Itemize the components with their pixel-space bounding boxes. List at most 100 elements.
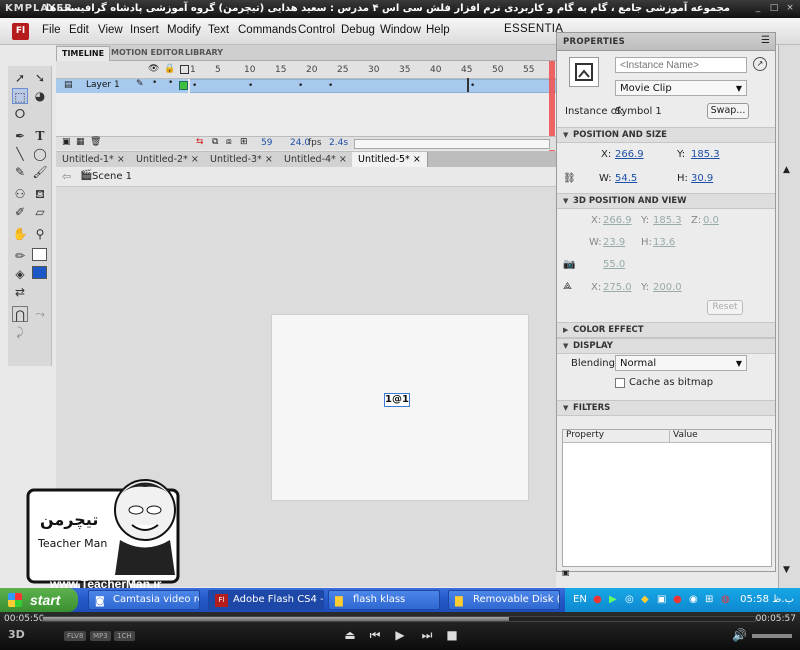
- symbol-instance[interactable]: 1@1: [384, 393, 410, 407]
- selection-tool-icon[interactable]: ➚: [12, 70, 28, 86]
- volume-icon[interactable]: 🔊: [732, 628, 747, 642]
- 3d-rotation-tool-icon[interactable]: ◕: [32, 88, 48, 104]
- instance-name-input[interactable]: [615, 57, 747, 73]
- play-icon[interactable]: ▶: [393, 628, 407, 642]
- smooth-icon[interactable]: ⤳: [32, 306, 48, 322]
- keyframe-marker[interactable]: •: [298, 81, 303, 91]
- tray-icon[interactable]: ●: [593, 594, 602, 605]
- doc-tab[interactable]: Untitled-4* ×: [278, 152, 354, 167]
- menu-control[interactable]: Control: [298, 24, 335, 36]
- pen-tool-icon[interactable]: ✒: [12, 128, 28, 144]
- tray-icon[interactable]: ▶: [609, 594, 617, 605]
- lasso-tool-icon[interactable]: ⵔ: [12, 106, 28, 122]
- tab-library[interactable]: LIBRARY: [180, 46, 228, 61]
- text-tool-icon[interactable]: T: [32, 128, 48, 144]
- fill-color-icon[interactable]: ◈: [12, 266, 28, 282]
- snap-to-objects-icon[interactable]: ⋂: [12, 306, 28, 322]
- hand-tool-icon[interactable]: ✋: [12, 226, 28, 242]
- language-indicator[interactable]: EN: [573, 594, 587, 605]
- symbol-type-select[interactable]: Movie Clip ▼: [615, 80, 747, 96]
- eject-icon[interactable]: ⏏: [343, 628, 357, 642]
- stroke-color-icon[interactable]: ✏: [12, 248, 28, 264]
- onion-skin-icon[interactable]: ⧉: [212, 137, 218, 147]
- menu-window[interactable]: Window: [380, 24, 421, 36]
- stroke-color-swatch[interactable]: [32, 248, 47, 261]
- vanish-x-value[interactable]: 275.0: [603, 282, 632, 293]
- menu-help[interactable]: Help: [426, 24, 450, 36]
- stop-icon[interactable]: ■: [445, 628, 459, 642]
- menu-file[interactable]: File: [42, 24, 61, 36]
- color-effect-section[interactable]: ▶ COLOR EFFECT: [557, 322, 775, 338]
- doc-tab[interactable]: Untitled-2* ×: [130, 152, 206, 167]
- maximize-icon[interactable]: □: [768, 3, 780, 14]
- tray-icon[interactable]: ●: [673, 594, 682, 605]
- 3d-z-value[interactable]: 0.0: [703, 215, 719, 226]
- filters-section[interactable]: ▼ FILTERS: [557, 400, 775, 416]
- position-size-section[interactable]: ▼ POSITION AND SIZE: [557, 127, 775, 143]
- menu-modify[interactable]: Modify: [167, 24, 201, 36]
- subselection-tool-icon[interactable]: ➘: [32, 70, 48, 86]
- stage[interactable]: 1@1: [271, 314, 529, 501]
- straighten-icon[interactable]: ⤸: [12, 324, 28, 340]
- show-layers-icon[interactable]: 👁: [148, 64, 159, 74]
- keyframe-marker[interactable]: •: [192, 81, 197, 91]
- add-filter-icon[interactable]: ▣: [562, 568, 570, 577]
- line-tool-icon[interactable]: ╲: [12, 146, 28, 162]
- tray-icon[interactable]: ◆: [641, 594, 649, 605]
- menu-text[interactable]: Text: [208, 24, 229, 36]
- reset-button[interactable]: Reset: [707, 300, 743, 315]
- next-icon[interactable]: ⏭: [420, 628, 434, 643]
- w-value[interactable]: 54.5: [615, 173, 637, 184]
- 3d-icon[interactable]: 3D: [8, 628, 25, 641]
- tray-icon[interactable]: ◉: [689, 594, 698, 605]
- seek-bar[interactable]: [42, 616, 756, 622]
- onion-outline-icon[interactable]: ⧈: [226, 137, 232, 147]
- delete-layer-icon[interactable]: 🗑: [90, 137, 101, 147]
- perspective-angle[interactable]: 55.0: [603, 259, 625, 270]
- paint-bucket-tool-icon[interactable]: ⛾: [32, 186, 48, 202]
- layer-row[interactable]: ▤ Layer 1 ✎ • •: [56, 78, 188, 93]
- layer-color-swatch[interactable]: [179, 81, 188, 90]
- scroll-down-icon[interactable]: ▼: [783, 565, 790, 575]
- menu-insert[interactable]: Insert: [130, 24, 159, 36]
- tab-timeline[interactable]: TIMELINE: [56, 46, 111, 61]
- scroll-up-icon[interactable]: ▲: [783, 165, 790, 175]
- tray-icon[interactable]: ▣: [657, 594, 666, 605]
- doc-tab[interactable]: Untitled-3* ×: [204, 152, 280, 167]
- swap-colors-icon[interactable]: ⇄: [12, 284, 28, 300]
- 3d-position-section[interactable]: ▼ 3D POSITION AND VIEW: [557, 193, 775, 209]
- swap-button[interactable]: Swap...: [707, 103, 749, 119]
- outline-layers-icon[interactable]: [180, 65, 189, 74]
- current-frame[interactable]: 59: [261, 138, 272, 148]
- doc-tab-active[interactable]: Untitled-5* ×: [352, 152, 428, 167]
- menu-view[interactable]: View: [98, 24, 123, 36]
- frames-row[interactable]: • • • • •: [190, 78, 556, 93]
- lock-width-height-icon[interactable]: ⛓: [563, 173, 576, 184]
- task-flash-klass[interactable]: ▇ flash klass: [328, 590, 440, 610]
- tray-icon[interactable]: ◎: [625, 594, 634, 605]
- fill-color-swatch[interactable]: [32, 266, 47, 279]
- tab-motion-editor[interactable]: MOTION EDITOR: [106, 46, 189, 61]
- cache-bitmap-checkbox[interactable]: [615, 378, 625, 388]
- eraser-tool-icon[interactable]: ▱: [32, 204, 48, 220]
- eyedropper-tool-icon[interactable]: ✐: [12, 204, 28, 220]
- center-frame-icon[interactable]: ⇆: [196, 137, 204, 147]
- new-layer-icon[interactable]: ▣: [62, 137, 71, 147]
- keyframe-marker[interactable]: •: [470, 81, 475, 91]
- minimize-icon[interactable]: _: [752, 3, 764, 14]
- back-arrow-icon[interactable]: ⇦: [62, 170, 71, 183]
- volume-slider[interactable]: [752, 634, 792, 638]
- display-section[interactable]: ▼ DISPLAY: [557, 338, 775, 354]
- panel-menu-icon[interactable]: ☰: [761, 35, 770, 46]
- menu-debug[interactable]: Debug: [341, 24, 375, 36]
- filters-table[interactable]: Property Value: [562, 429, 772, 567]
- y-value[interactable]: 185.3: [691, 149, 720, 160]
- keyframe-marker[interactable]: •: [248, 81, 253, 91]
- edit-multiple-icon[interactable]: ⊞: [240, 137, 248, 147]
- bone-tool-icon[interactable]: ⚇: [12, 186, 28, 202]
- free-transform-tool-icon[interactable]: ⬚: [12, 88, 28, 104]
- close-icon[interactable]: ×: [784, 3, 796, 14]
- lock-layers-icon[interactable]: 🔒: [164, 64, 175, 74]
- tray-icon[interactable]: ⊞: [705, 594, 713, 605]
- tray-icon[interactable]: ◍: [721, 594, 730, 605]
